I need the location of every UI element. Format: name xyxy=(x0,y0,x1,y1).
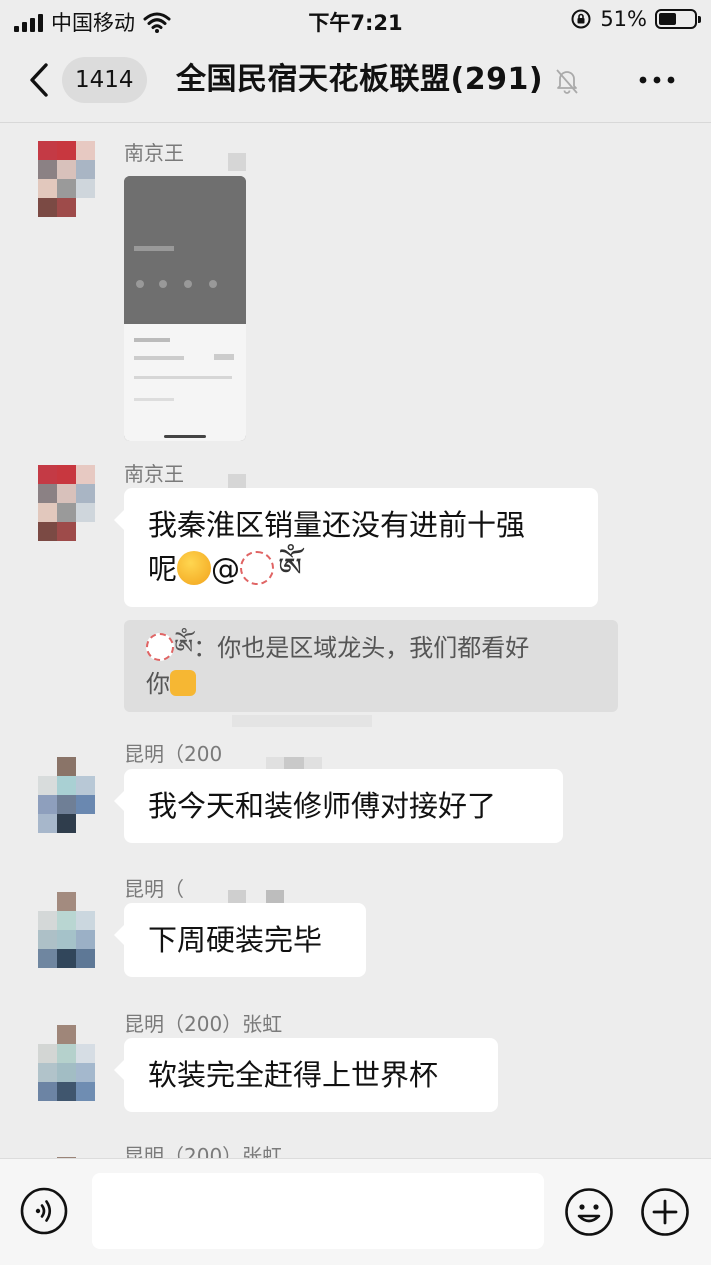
text-bubble[interactable]: 下周硬装完毕 xyxy=(114,903,366,977)
smirk-emoji-icon xyxy=(177,551,212,585)
sender-name: 昆明（200）张虹 xyxy=(124,1144,283,1158)
text-bubble[interactable]: 软装完全赶得上世界杯 xyxy=(114,1038,498,1112)
chat-header: 1414 全国民宿天花板联盟(291) xyxy=(0,40,711,123)
text-bubble[interactable]: 我今天和装修师傅对接好了 xyxy=(114,769,563,843)
status-right: 51% xyxy=(570,7,701,31)
sender-name: 昆明（ xyxy=(124,877,184,901)
message-input[interactable] xyxy=(92,1173,544,1249)
cellular-signal-icon xyxy=(14,12,43,32)
mention-symbol: @ xyxy=(211,552,241,586)
sender-name: 昆明（200）张虹 xyxy=(124,1012,283,1036)
avatar[interactable] xyxy=(38,1019,100,1107)
sender-name: 南京王 xyxy=(124,462,184,486)
avatar[interactable] xyxy=(38,882,100,970)
sender-name: 昆明（200 xyxy=(124,742,223,766)
avatar[interactable] xyxy=(38,141,100,229)
text-bubble[interactable]: 我秦淮区销量还没有进前十强 呢 @ ༀ xyxy=(114,488,598,607)
back-chevron-icon[interactable] xyxy=(26,62,54,98)
status-bar: 中国移动 下午7:21 51% xyxy=(0,0,711,40)
battery-level xyxy=(659,13,676,25)
wifi-icon xyxy=(143,12,171,33)
flower-avatar-icon xyxy=(146,633,174,661)
sender-name: 南京王 xyxy=(124,141,184,165)
plus-icon[interactable] xyxy=(640,1187,690,1237)
quote-text: 你 xyxy=(146,670,170,698)
unread-count-badge[interactable]: 1414 xyxy=(62,57,147,103)
avatar[interactable] xyxy=(38,465,100,553)
redacted-block xyxy=(232,715,372,727)
voice-icon[interactable] xyxy=(20,1187,68,1235)
chat-title: 全国民宿天花板联盟(291) xyxy=(176,62,544,97)
battery-icon xyxy=(655,9,701,29)
status-left: 中国移动 xyxy=(14,7,171,37)
more-dots-icon[interactable] xyxy=(637,68,677,92)
flower-avatar-icon xyxy=(240,551,275,585)
battery-percent: 51% xyxy=(600,7,647,31)
message-list[interactable]: 南京王 南京王 我秦淮区销量还没有进前十强 呢 @ ༀ ༀ：你也是区域龙头，我们… xyxy=(0,123,711,1158)
image-message[interactable] xyxy=(124,176,246,441)
wind-icon: ༀ xyxy=(278,552,303,587)
mute-bell-icon xyxy=(556,69,578,94)
fist-emoji-icon xyxy=(170,670,196,696)
quoted-reply[interactable]: ༀ：你也是区域龙头，我们都看好 你 xyxy=(124,620,618,712)
emoji-face-icon[interactable] xyxy=(564,1187,614,1237)
carrier-name: 中国移动 xyxy=(51,11,135,35)
redacted-block xyxy=(228,153,246,171)
message-text-line: 我秦淮区销量还没有进前十强 xyxy=(148,508,526,542)
message-text-line: 呢 @ ༀ xyxy=(148,551,303,587)
input-bar xyxy=(0,1158,711,1265)
quote-text: ：你也是区域龙头，我们都看好 xyxy=(193,634,530,662)
wind-icon: ༀ xyxy=(174,634,194,662)
avatar[interactable] xyxy=(38,747,100,835)
lock-rotation-icon xyxy=(571,9,591,29)
